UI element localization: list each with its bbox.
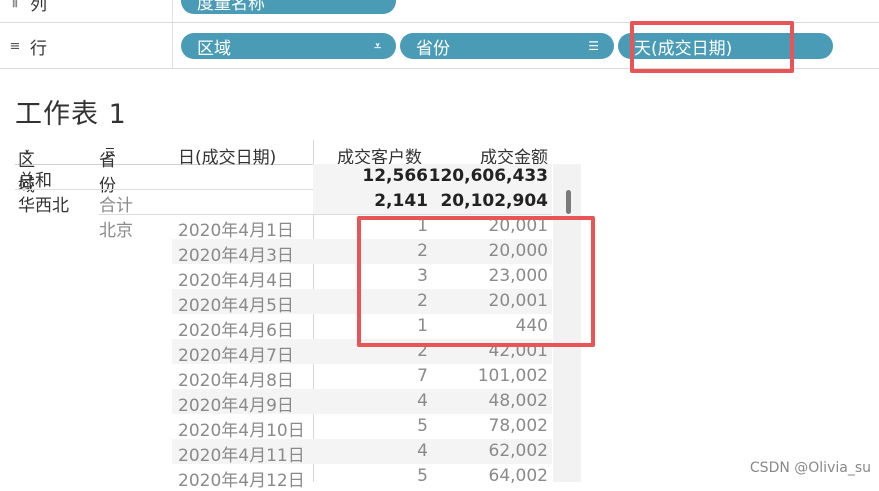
rows-label: 行: [30, 39, 47, 59]
date-cell: 2020年4月8日: [178, 371, 294, 391]
rows-shelf: ≡ 行 区域 ⩡ 省份 ☰ 天(成交日期): [0, 23, 879, 69]
customers-cell: 7: [417, 366, 428, 386]
amount-cell: 48,002: [488, 391, 548, 411]
customers-cell: 2: [417, 241, 428, 261]
amount-cell: 440: [515, 316, 548, 336]
amount-cell: 64,002: [488, 466, 548, 486]
date-cell: 2020年4月9日: [178, 396, 294, 416]
province-pill[interactable]: 省份 ☰: [400, 33, 614, 59]
scrollbar-thumb[interactable]: [566, 190, 571, 214]
table-header: 区域 ⩡ 省份 ☰ 日(成交日期) 成交客户数 成交金额: [15, 140, 552, 196]
measure-names-pill[interactable]: 度量名称: [181, 0, 396, 14]
date-cell: 2020年4月5日: [178, 296, 294, 316]
measure-names-pill-label: 度量名称: [197, 0, 265, 14]
columns-shelf: ⫼ 列 度量名称: [0, 0, 879, 23]
table-row: 2020年4月10日 5 78,002: [15, 414, 552, 441]
table-row: 2020年4月5日 2 20,001: [15, 289, 552, 316]
table-row: 2020年4月3日 2 20,000: [15, 239, 552, 266]
table-row: 2020年4月7日 2 42,001: [15, 339, 552, 366]
customers-cell: 5: [417, 466, 428, 486]
day-date-pill-label: 天(成交日期): [634, 38, 733, 59]
rows-icon: ≡: [9, 39, 21, 54]
customers-cell: 4: [417, 441, 428, 461]
amount-cell: 42,001: [488, 341, 548, 361]
amount-cell: 23,000: [488, 266, 548, 286]
day-date-pill[interactable]: 天(成交日期): [618, 33, 833, 59]
date-cell: 2020年4月11日: [178, 446, 305, 466]
grand-total-amount: 120,606,433: [428, 166, 548, 186]
region-name[interactable]: 华西北: [18, 191, 69, 216]
region-pill-label: 区域: [197, 38, 231, 59]
grand-total-row: 总和 12,566 120,606,433: [15, 164, 552, 191]
customers-cell: 1: [417, 216, 428, 236]
province-pill-label: 省份: [416, 38, 450, 59]
table-row: 2020年4月4日 3 23,000: [15, 264, 552, 291]
columns-label: 列: [30, 0, 47, 15]
customers-cell: 4: [417, 391, 428, 411]
table-row: 2020年4月8日 7 101,002: [15, 364, 552, 391]
table-row: 2020年4月12日 5 64,002: [15, 464, 552, 491]
date-cell: 2020年4月3日: [178, 246, 294, 266]
table-row: 2020年4月6日 1 440: [15, 314, 552, 341]
sort-icon[interactable]: ☰: [588, 39, 599, 53]
date-cell: 2020年4月6日: [178, 321, 294, 341]
shelf-divider: [172, 23, 173, 68]
date-cell: 2020年4月1日: [178, 221, 294, 241]
customers-cell: 5: [417, 416, 428, 436]
amount-cell: 78,002: [488, 416, 548, 436]
region-customers: 2,141: [374, 191, 428, 211]
table-row: 2020年4月9日 4 48,002: [15, 389, 552, 416]
columns-icon: ⫼: [12, 0, 18, 10]
table-row: 2020年4月1日 1 20,001: [15, 214, 552, 241]
sort-icon[interactable]: ☰: [105, 146, 115, 159]
columns-shelf-label: ⫼ 列: [8, 0, 47, 15]
region-subtotal-row: 华西北 合计 2,141 20,102,904: [15, 189, 552, 216]
region-pill[interactable]: 区域 ⩡: [181, 33, 396, 59]
shelf-divider: [172, 0, 173, 22]
watermark: CSDN @Olivia_su: [749, 460, 871, 476]
amount-cell: 20,001: [488, 216, 548, 236]
customers-cell: 2: [417, 291, 428, 311]
date-cell: 2020年4月12日: [178, 471, 305, 491]
grand-total-customers: 12,566: [362, 166, 428, 186]
amount-cell: 20,000: [488, 241, 548, 261]
grand-total-label: 总和: [18, 171, 52, 191]
amount-cell: 62,002: [488, 441, 548, 461]
region-amount: 20,102,904: [440, 191, 548, 211]
amount-cell: 20,001: [488, 291, 548, 311]
customers-cell: 1: [417, 316, 428, 336]
date-cell: 2020年4月7日: [178, 346, 294, 366]
subtotal-label: 合计: [99, 196, 133, 216]
date-cell: 2020年4月4日: [178, 271, 294, 291]
sort-icon[interactable]: ⩡: [24, 146, 30, 160]
customers-cell: 2: [417, 341, 428, 361]
rows-shelf-label: ≡ 行: [8, 34, 47, 59]
sheet-title: 工作表 1: [15, 99, 127, 130]
table-row: 2020年4月11日 4 62,002: [15, 439, 552, 466]
sort-icon[interactable]: ⩡: [374, 39, 381, 54]
date-cell: 2020年4月10日: [178, 421, 305, 441]
customers-cell: 3: [417, 266, 428, 286]
amount-cell: 101,002: [477, 366, 548, 386]
